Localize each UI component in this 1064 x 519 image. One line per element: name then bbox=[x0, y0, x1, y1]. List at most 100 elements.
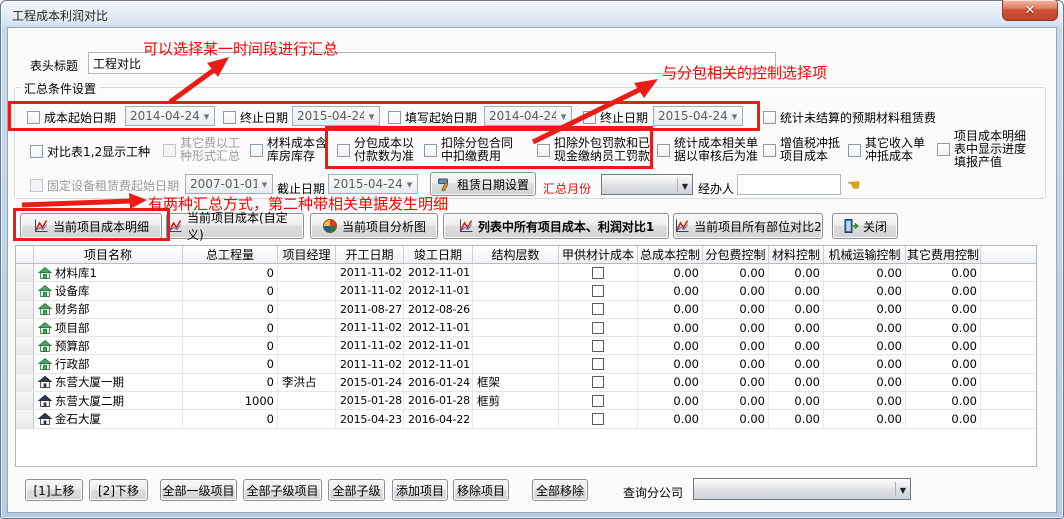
checkbox-show-progress-output[interactable]: 项目成本明细表中显示进度填报产值 bbox=[937, 130, 1028, 169]
header-other-fee-control[interactable]: 其它费用控制 bbox=[906, 246, 981, 263]
table-row[interactable]: 东营大厦二期 1000 2015-01-28 2016-01-28 框剪 0.0… bbox=[16, 392, 1036, 410]
chevron-down-icon[interactable] bbox=[677, 178, 692, 192]
checkbox-show-worktype[interactable]: 对比表1,2显示工种 bbox=[30, 143, 150, 160]
checkbox-fill-end-date[interactable]: 终止日期 bbox=[583, 109, 648, 126]
checkbox-material-incl-warehouse[interactable]: 材料成本含库房库存 bbox=[250, 137, 329, 163]
checkbox-otherfee-by-worktype[interactable]: 其它费以工种形式汇总 bbox=[163, 137, 242, 163]
header-total-quantity[interactable]: 总工程量 bbox=[183, 246, 278, 263]
checkbox-otherincome-offset[interactable]: 其它收入单冲抵成本 bbox=[848, 137, 927, 163]
table-row[interactable]: 财务部 0 2011-08-27 2012-08-26 0.00 0.00 0.… bbox=[16, 301, 1036, 319]
table-row[interactable]: 金石大厦 0 2015-04-23 2016-04-22 0.00 0.00 0… bbox=[16, 410, 1036, 428]
cost-end-date-combo[interactable]: 2015-04-24 bbox=[292, 106, 380, 126]
header-structure-floors[interactable]: 结构层数 bbox=[473, 246, 559, 263]
owner-material-checkbox[interactable] bbox=[592, 413, 604, 425]
checkbox-box[interactable] bbox=[388, 111, 401, 124]
row-selector[interactable] bbox=[16, 392, 34, 409]
move-down-button[interactable]: [2]下移 bbox=[89, 479, 148, 501]
summary-month-combo[interactable] bbox=[601, 174, 693, 195]
header-project-manager[interactable]: 项目经理 bbox=[278, 246, 336, 263]
add-project-button[interactable]: 添加项目 bbox=[392, 479, 448, 501]
close-dialog-button[interactable]: 关闭 bbox=[832, 213, 898, 239]
chevron-down-icon[interactable] bbox=[402, 177, 417, 191]
chevron-down-icon[interactable] bbox=[895, 482, 910, 496]
row-selector[interactable] bbox=[16, 282, 34, 299]
checkbox-box[interactable] bbox=[848, 144, 861, 157]
checkbox-box[interactable] bbox=[30, 145, 43, 158]
fill-start-date-combo[interactable]: 2014-04-24 bbox=[484, 106, 572, 126]
checkbox-box[interactable] bbox=[537, 144, 550, 157]
checkbox-deduct-penalties[interactable]: 扣除外包罚款和已现金缴纳员工罚款 bbox=[537, 137, 652, 163]
header-finish-date[interactable]: 竣工日期 bbox=[404, 246, 473, 263]
hand-pointer-icon[interactable]: ☚ bbox=[847, 176, 860, 194]
rental-cutoff-date-combo[interactable]: 2015-04-24 bbox=[328, 174, 418, 194]
checkbox-box[interactable] bbox=[937, 143, 950, 156]
checkbox-box[interactable] bbox=[424, 144, 437, 157]
checkbox-box[interactable] bbox=[250, 144, 263, 157]
row-selector[interactable] bbox=[16, 374, 34, 391]
cost-start-date-combo[interactable]: 2014-04-24 bbox=[125, 106, 215, 126]
owner-material-checkbox[interactable] bbox=[592, 285, 604, 297]
row-selector[interactable] bbox=[16, 319, 34, 336]
chevron-down-icon[interactable] bbox=[727, 109, 742, 123]
checkbox-fill-start-date[interactable]: 填写起始日期 bbox=[388, 109, 477, 126]
checkbox-box[interactable] bbox=[27, 111, 40, 124]
current-project-cost-detail-button[interactable]: 当前项目成本明细 bbox=[20, 213, 162, 239]
header-start-date[interactable]: 开工日期 bbox=[336, 246, 404, 263]
table-row[interactable]: 项目部 0 2011-11-02 2012-11-01 0.00 0.00 0.… bbox=[16, 319, 1036, 337]
table-row[interactable]: 材料库1 0 2011-11-02 2012-11-01 0.00 0.00 0… bbox=[16, 264, 1036, 282]
table-row[interactable]: 东营大厦一期 0 李洪占 2015-01-24 2016-01-24 框架 0.… bbox=[16, 374, 1036, 392]
header-material-control[interactable]: 材料控制 bbox=[769, 246, 824, 263]
table-row[interactable]: 设备库 0 2011-11-02 2012-11-01 0.00 0.00 0.… bbox=[16, 282, 1036, 300]
checkbox-subcontract-by-payment[interactable]: 分包成本以付款数为准 bbox=[337, 137, 416, 163]
chevron-down-icon[interactable] bbox=[199, 109, 214, 123]
owner-material-checkbox[interactable] bbox=[592, 267, 604, 279]
checkbox-audited-docs-only[interactable]: 统计成本相关单据以审核后为准 bbox=[657, 137, 760, 163]
header-owner-material-cost[interactable]: 甲供材计成本 bbox=[559, 246, 638, 263]
checkbox-box[interactable] bbox=[583, 111, 596, 124]
chevron-down-icon[interactable] bbox=[257, 177, 272, 191]
header-total-cost-control[interactable]: 总成本控制 bbox=[638, 246, 703, 263]
owner-material-checkbox[interactable] bbox=[592, 395, 604, 407]
chevron-down-icon[interactable] bbox=[364, 109, 379, 123]
checkbox-fixed-equipment-rental[interactable]: 固定设备租赁费起始日期 bbox=[30, 177, 179, 194]
header-project-name[interactable]: 项目名称 bbox=[34, 246, 183, 263]
rental-start-date-combo[interactable]: 2007-01-01 bbox=[185, 174, 273, 194]
row-selector[interactable] bbox=[16, 355, 34, 372]
all-child-projects-button[interactable]: 全部子级项目 bbox=[243, 479, 322, 501]
checkbox-cost-end-date[interactable]: 终止日期 bbox=[223, 109, 288, 126]
owner-material-checkbox[interactable] bbox=[592, 303, 604, 315]
checkbox-cost-start-date[interactable]: 成本起始日期 bbox=[27, 109, 116, 126]
current-project-cost-custom-button[interactable]: 当前项目成本(自定义) bbox=[166, 213, 304, 239]
all-projects-cost-profit-compare-button[interactable]: 列表中所有项目成本、利润对比1 bbox=[443, 213, 669, 239]
checkbox-box[interactable] bbox=[763, 111, 776, 124]
row-selector[interactable] bbox=[16, 337, 34, 354]
close-button[interactable]: ✕ bbox=[1002, 0, 1058, 21]
move-up-button[interactable]: [1]上移 bbox=[25, 479, 83, 501]
owner-material-checkbox[interactable] bbox=[592, 340, 604, 352]
checkbox-box[interactable] bbox=[223, 111, 236, 124]
agent-input[interactable] bbox=[737, 174, 841, 195]
owner-material-checkbox[interactable] bbox=[592, 358, 604, 370]
all-level1-projects-button[interactable]: 全部一级项目 bbox=[160, 479, 237, 501]
table-row[interactable]: 行政部 0 2011-11-02 2012-11-01 0.00 0.00 0.… bbox=[16, 355, 1036, 373]
chevron-down-icon[interactable] bbox=[556, 109, 571, 123]
current-project-parts-compare-button[interactable]: 当前项目所有部位对比2 bbox=[673, 213, 823, 239]
rental-date-settings-button[interactable]: 租赁日期设置 bbox=[430, 172, 536, 196]
header-title-input[interactable] bbox=[88, 52, 776, 74]
owner-material-checkbox[interactable] bbox=[592, 322, 604, 334]
row-selector[interactable] bbox=[16, 264, 34, 281]
checkbox-box[interactable] bbox=[337, 144, 350, 157]
checkbox-box[interactable] bbox=[657, 144, 670, 157]
checkbox-vat-offset[interactable]: 增值税冲抵项目成本 bbox=[763, 137, 844, 163]
row-selector[interactable] bbox=[16, 410, 34, 427]
table-row[interactable]: 预算部 0 2011-11-02 2012-11-01 0.00 0.00 0.… bbox=[16, 337, 1036, 355]
all-children-button[interactable]: 全部子级 bbox=[328, 479, 385, 501]
owner-material-checkbox[interactable] bbox=[592, 376, 604, 388]
fill-end-date-combo[interactable]: 2015-04-24 bbox=[653, 106, 743, 126]
header-machine-transport-control[interactable]: 机械运输控制 bbox=[824, 246, 906, 263]
remove-all-button[interactable]: 全部移除 bbox=[532, 479, 588, 501]
header-subcontract-control[interactable]: 分包费控制 bbox=[703, 246, 769, 263]
checkbox-box[interactable] bbox=[763, 144, 776, 157]
checkbox-unsettled-rental[interactable]: 统计未结算的预期材料租赁费 bbox=[763, 109, 936, 126]
remove-project-button[interactable]: 移除项目 bbox=[453, 479, 509, 501]
